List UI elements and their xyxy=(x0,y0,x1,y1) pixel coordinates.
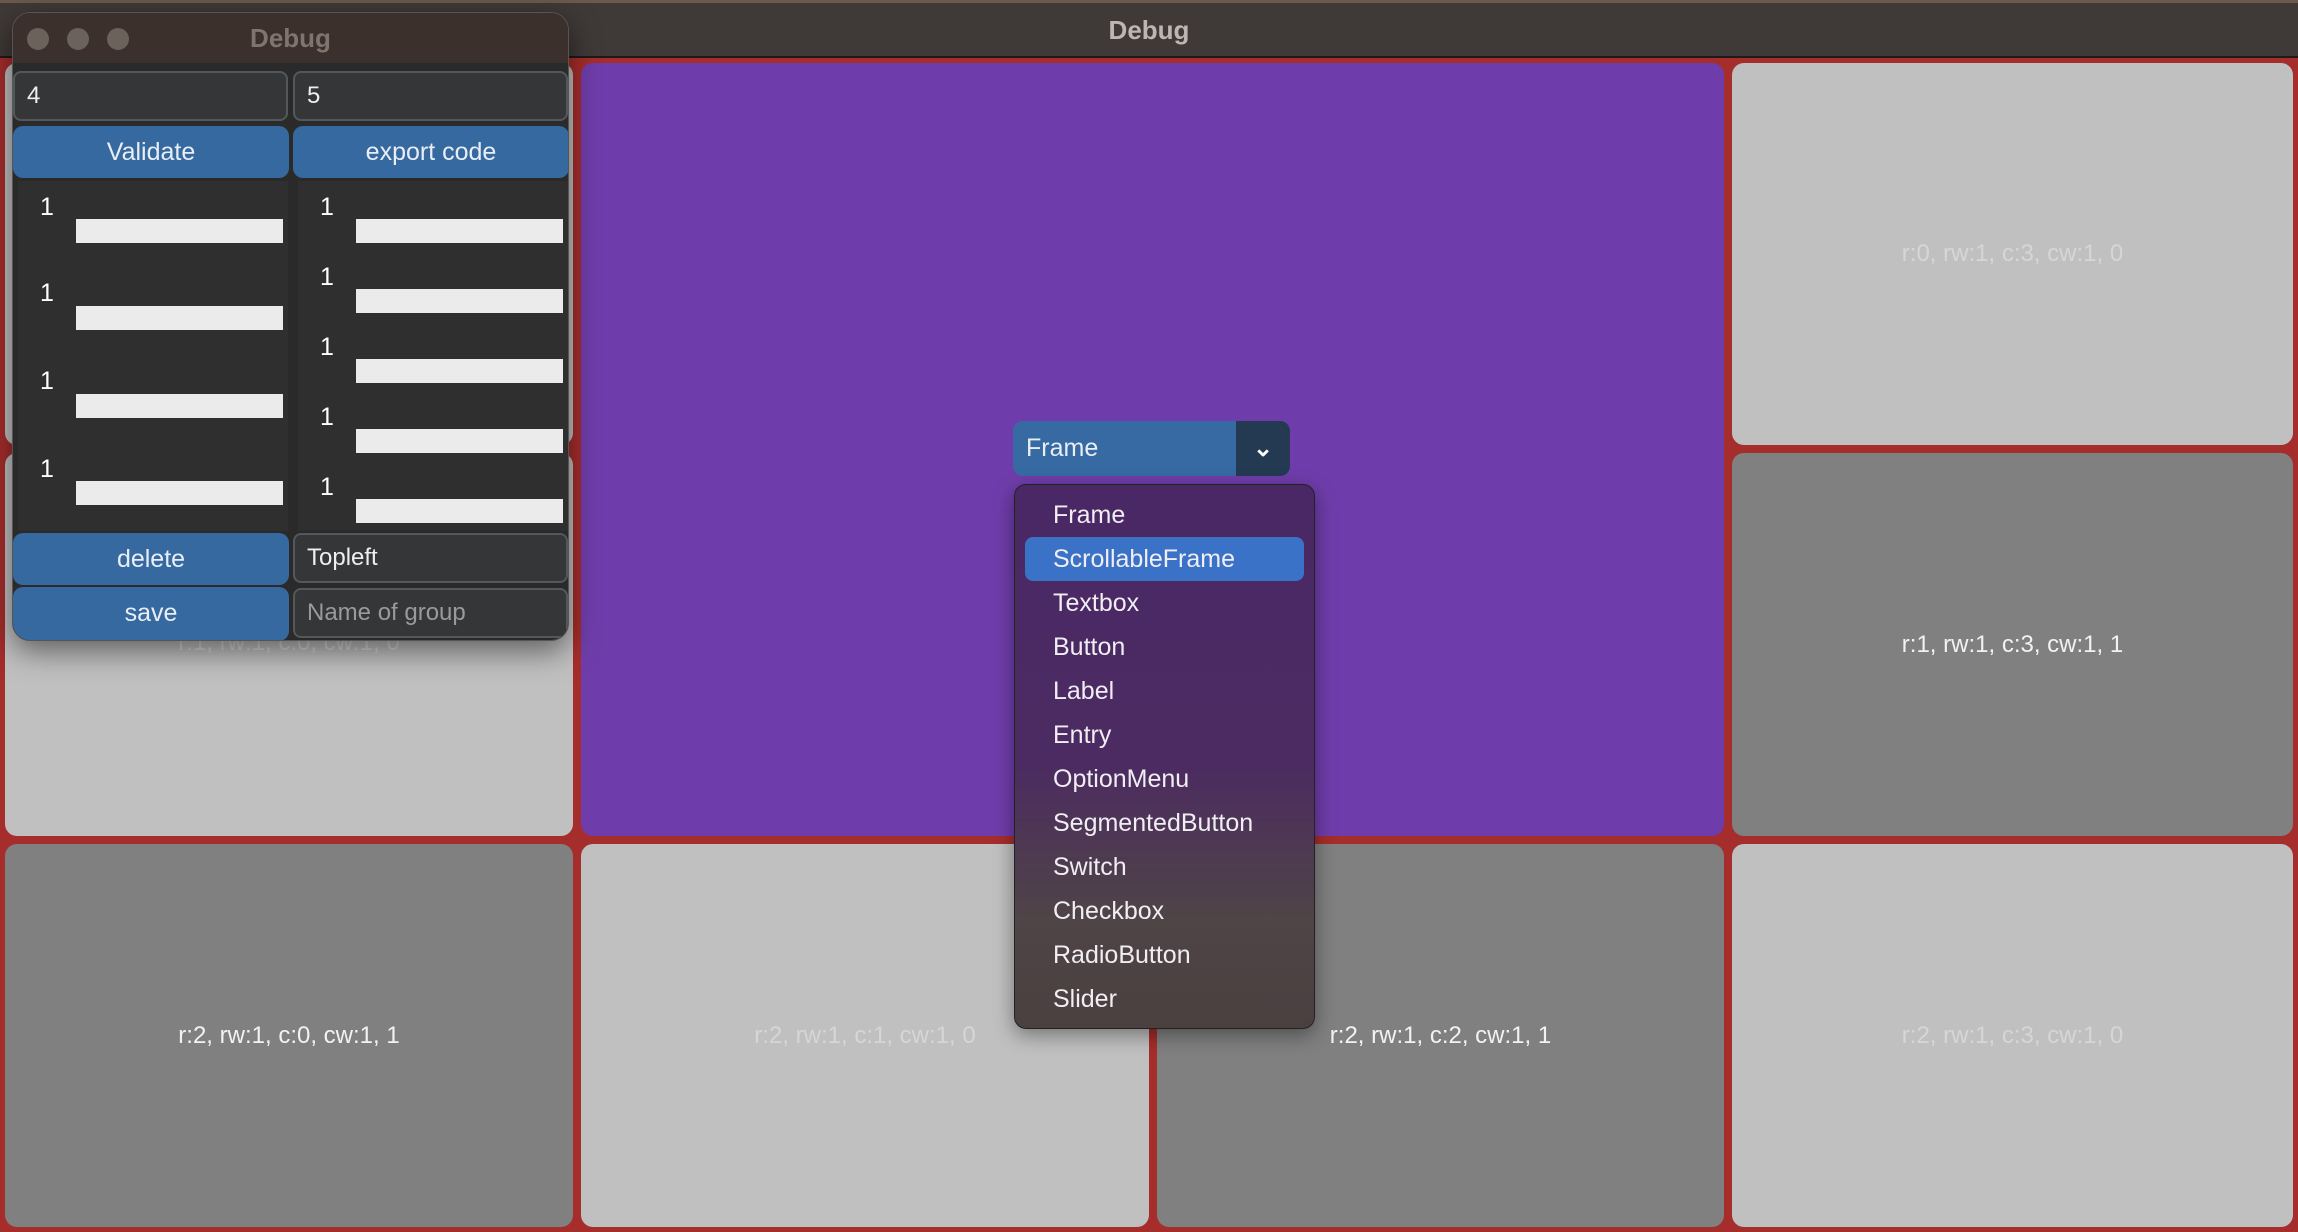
col-weight-slider[interactable] xyxy=(356,289,563,313)
menu-item-slider[interactable]: Slider xyxy=(1025,977,1304,1021)
close-button[interactable] xyxy=(27,28,49,50)
row-weight-label: 1 xyxy=(40,193,54,221)
debug-titlebar: Debug xyxy=(13,13,568,63)
col-weight-slider[interactable] xyxy=(356,499,563,523)
row-weight-slider[interactable] xyxy=(76,306,283,330)
export-code-button[interactable]: export code xyxy=(293,126,568,178)
grid-cell-r2-c3[interactable]: r:2, rw:1, c:3, cw:1, 0 xyxy=(1727,839,2298,1232)
cell-label: r:2, rw:1, c:0, cw:1, 1 xyxy=(5,844,573,1227)
minimize-button[interactable] xyxy=(67,28,89,50)
grid-cell-r0-c3[interactable]: r:0, rw:1, c:3, cw:1, 0 xyxy=(1727,58,2298,450)
col-weight-label: 1 xyxy=(320,333,334,361)
debug-window: Debug 4 5 Validate export code 1 1 1 1 1… xyxy=(12,12,569,641)
menu-item-optionmenu[interactable]: OptionMenu xyxy=(1025,757,1304,801)
menu-item-scrollableframe[interactable]: ScrollableFrame xyxy=(1025,537,1304,581)
window-title: Debug xyxy=(1108,15,1190,45)
row-weights-list[interactable]: 1 1 1 1 xyxy=(18,181,288,531)
row-weight-label: 1 xyxy=(40,455,54,483)
menu-item-textbox[interactable]: Textbox xyxy=(1025,581,1304,625)
menu-item-button[interactable]: Button xyxy=(1025,625,1304,669)
row-weight-slider[interactable] xyxy=(76,219,283,243)
widget-type-optionmenu[interactable]: Frame ⌄ xyxy=(1013,421,1290,476)
row-weight-slider[interactable] xyxy=(76,394,283,418)
col-weight-label: 1 xyxy=(320,473,334,501)
debug-title: Debug xyxy=(250,23,331,53)
zoom-button[interactable] xyxy=(107,28,129,50)
menu-item-radiobutton[interactable]: RadioButton xyxy=(1025,933,1304,977)
col-weight-label: 1 xyxy=(320,403,334,431)
menu-item-label[interactable]: Label xyxy=(1025,669,1304,713)
menu-item-entry[interactable]: Entry xyxy=(1025,713,1304,757)
column-weights-list[interactable]: 1 1 1 1 1 xyxy=(298,181,568,531)
cell-label: r:0, rw:1, c:3, cw:1, 0 xyxy=(1732,63,2293,445)
widget-type-dropdown: Frame ScrollableFrame Textbox Button Lab… xyxy=(1014,484,1315,1029)
delete-button[interactable]: delete xyxy=(13,533,289,585)
optionmenu-value: Frame xyxy=(1026,434,1099,462)
col-weight-slider[interactable] xyxy=(356,219,563,243)
col-weight-slider[interactable] xyxy=(356,359,563,383)
validate-button[interactable]: Validate xyxy=(13,126,289,178)
row-weight-label: 1 xyxy=(40,279,54,307)
col-weight-label: 1 xyxy=(320,193,334,221)
chevron-down-icon[interactable]: ⌄ xyxy=(1236,421,1290,476)
menu-item-frame[interactable]: Frame xyxy=(1025,493,1304,537)
row-weight-label: 1 xyxy=(40,367,54,395)
grid-cell-r2-c0[interactable]: r:2, rw:1, c:0, cw:1, 1 xyxy=(0,839,578,1232)
col-weight-slider[interactable] xyxy=(356,429,563,453)
grid-cell-r1-c3[interactable]: r:1, rw:1, c:3, cw:1, 1 xyxy=(1727,448,2298,841)
rows-input[interactable]: 4 xyxy=(13,71,288,121)
row-weight-slider[interactable] xyxy=(76,481,283,505)
cell-label: r:2, rw:1, c:3, cw:1, 0 xyxy=(1732,844,2293,1227)
cell-label: r:1, rw:1, c:3, cw:1, 1 xyxy=(1732,453,2293,836)
menu-item-switch[interactable]: Switch xyxy=(1025,845,1304,889)
menu-item-checkbox[interactable]: Checkbox xyxy=(1025,889,1304,933)
group-name-input[interactable]: Name of group xyxy=(293,588,568,638)
anchor-input[interactable]: Topleft xyxy=(293,533,568,583)
col-weight-label: 1 xyxy=(320,263,334,291)
columns-input[interactable]: 5 xyxy=(293,71,568,121)
save-button[interactable]: save xyxy=(13,587,289,640)
menu-item-segmentedbutton[interactable]: SegmentedButton xyxy=(1025,801,1304,845)
